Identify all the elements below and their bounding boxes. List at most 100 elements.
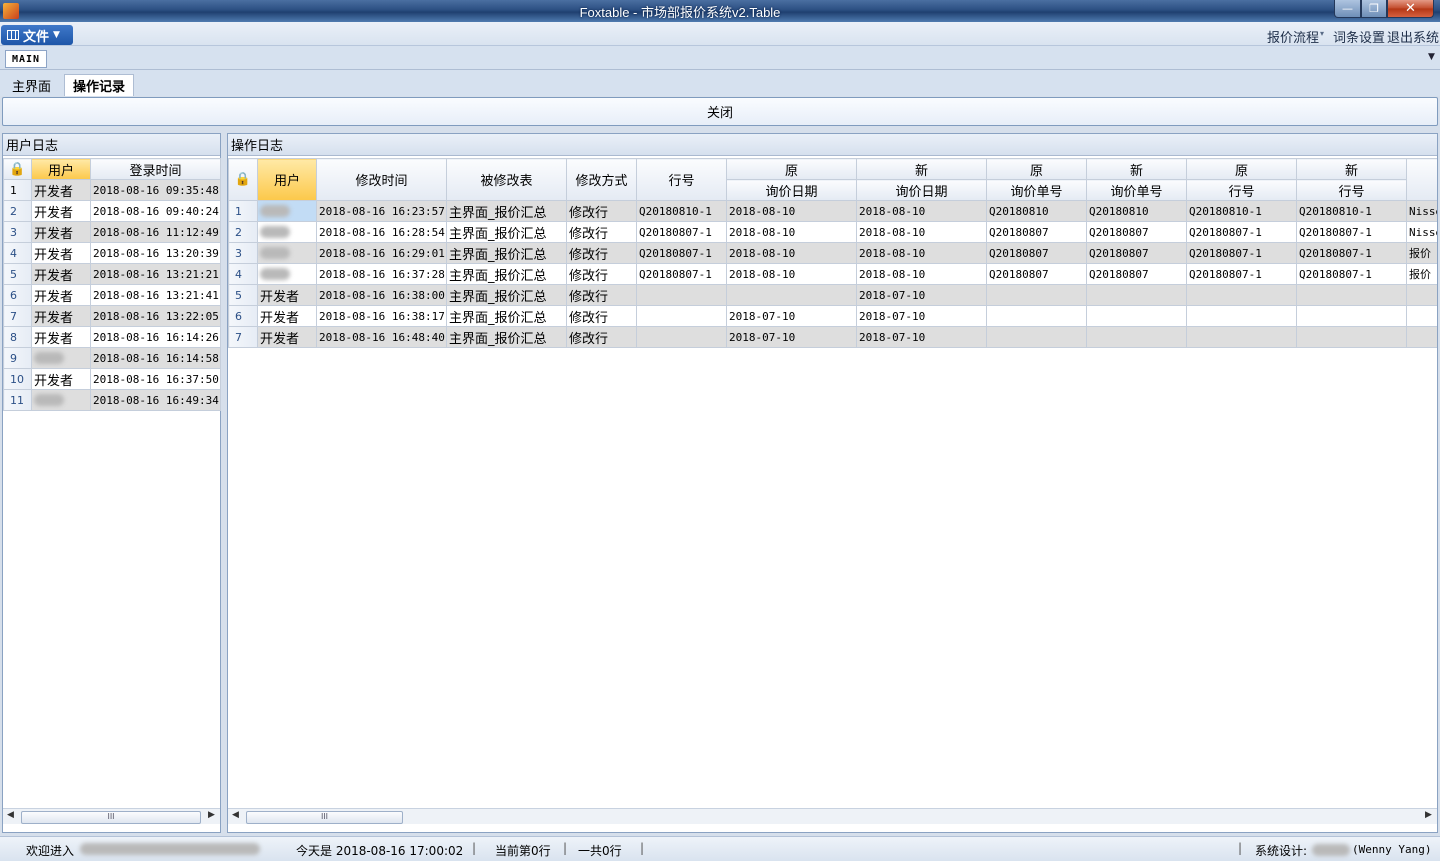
cell-user[interactable] [257, 221, 317, 243]
menu-term-settings[interactable]: 词条设置 [1333, 27, 1385, 46]
cell-new-inquiry-date[interactable]: 2018-08-10 [856, 221, 987, 243]
cell-login-time[interactable]: 2018-08-16 09:40:24 [90, 200, 221, 222]
cell-login-time[interactable]: 2018-08-16 16:14:26 [90, 326, 221, 348]
cell-modified-table[interactable]: 主界面_报价汇总 [446, 326, 567, 348]
cell-user[interactable]: 开发者 [31, 284, 91, 306]
cell-modify-time[interactable]: 2018-08-16 16:28:54 [316, 221, 447, 243]
cell-new-inquiry-no[interactable]: Q20180810 [1086, 200, 1187, 222]
row-number[interactable]: 3 [228, 242, 258, 264]
cell-new-inquiry-no[interactable]: Q20180807 [1086, 242, 1187, 264]
cell-login-time[interactable]: 2018-08-16 13:22:05 [90, 305, 221, 327]
cell-modified-table[interactable]: 主界面_报价汇总 [446, 284, 567, 306]
table-row[interactable]: 11 2018-08-16 16:49:34 [3, 389, 221, 411]
scroll-right-icon[interactable]: ▶ [208, 810, 215, 820]
table-row[interactable]: 3 2018-08-16 16:29:01 主界面_报价汇总 修改行 Q20180807… [228, 242, 1437, 264]
cell-login-time[interactable]: 2018-08-16 13:21:41 [90, 284, 221, 306]
cell-old-row-no[interactable] [1186, 305, 1297, 327]
cell-old-inquiry-date[interactable]: 2018-08-10 [726, 221, 857, 243]
cell-user[interactable] [257, 263, 317, 285]
cell-old-inquiry-no[interactable]: Q20180810 [986, 200, 1087, 222]
cell-login-time[interactable]: 2018-08-16 11:12:49 [90, 221, 221, 243]
lock-icon[interactable]: 🔒 [3, 158, 32, 180]
cell-modify-mode[interactable]: 修改行 [566, 263, 637, 285]
cell-old-row-no[interactable]: Q20180807-1 [1186, 221, 1297, 243]
cell-old-inquiry-no[interactable]: Q20180807 [986, 221, 1087, 243]
cell-modified-table[interactable]: 主界面_报价汇总 [446, 263, 567, 285]
cell-row-number[interactable] [636, 305, 727, 327]
table-row[interactable]: 1 开发者 2018-08-16 09:35:48 [3, 179, 221, 201]
row-number[interactable]: 10 [3, 368, 32, 390]
scroll-left-icon[interactable]: ◀ [232, 810, 239, 820]
cell-login-time[interactable]: 2018-08-16 16:49:34 [90, 389, 221, 411]
cell-old-inquiry-no[interactable] [986, 326, 1087, 348]
column-header-user[interactable]: 用户 [31, 158, 91, 180]
scroll-right-icon[interactable]: ▶ [1425, 810, 1432, 820]
column-header-new-row-no[interactable]: 行号 [1296, 179, 1407, 201]
cell-new-inquiry-date[interactable]: 2018-08-10 [856, 263, 987, 285]
cell-new-inquiry-date[interactable]: 2018-08-10 [856, 200, 987, 222]
table-row[interactable]: 7 开发者 2018-08-16 16:48:40 主界面_报价汇总 修改行 2018-0… [228, 326, 1437, 348]
cell-user[interactable]: 开发者 [31, 221, 91, 243]
cell-old-inquiry-date[interactable]: 2018-08-10 [726, 263, 857, 285]
cell-old-inquiry-date[interactable]: 2018-07-10 [726, 326, 857, 348]
row-number[interactable]: 5 [3, 263, 32, 285]
cell-new-row-no[interactable]: Q20180807-1 [1296, 221, 1407, 243]
table-row[interactable]: 7 开发者 2018-08-16 13:22:05 [3, 305, 221, 327]
row-number[interactable]: 1 [228, 200, 258, 222]
cell-extra[interactable]: Nisse [1406, 200, 1437, 222]
table-row[interactable]: 2 2018-08-16 16:28:54 主界面_报价汇总 修改行 Q20180807… [228, 221, 1437, 243]
cell-new-inquiry-no[interactable]: Q20180807 [1086, 263, 1187, 285]
cell-modify-time[interactable]: 2018-08-16 16:29:01 [316, 242, 447, 264]
close-window-button[interactable]: ✕ [1387, 0, 1434, 18]
cell-login-time[interactable]: 2018-08-16 13:20:39 [90, 242, 221, 264]
tab-main[interactable]: MAIN [5, 50, 47, 68]
cell-old-inquiry-no[interactable] [986, 305, 1087, 327]
row-number[interactable]: 4 [228, 263, 258, 285]
cell-extra[interactable]: 报价 [1406, 263, 1437, 285]
chevron-down-icon[interactable]: ▾ [1320, 29, 1324, 38]
cell-login-time[interactable]: 2018-08-16 16:37:50 [90, 368, 221, 390]
row-number[interactable]: 7 [228, 326, 258, 348]
user-log-hscrollbar[interactable]: ◀ III ▶ [3, 808, 220, 824]
group-header-top[interactable]: 原 [726, 158, 857, 180]
cell-extra[interactable] [1406, 326, 1437, 348]
cell-row-number[interactable]: Q20180810-1 [636, 200, 727, 222]
cell-old-row-no[interactable] [1186, 326, 1297, 348]
cell-modify-mode[interactable]: 修改行 [566, 242, 637, 264]
table-row[interactable]: 3 开发者 2018-08-16 11:12:49 [3, 221, 221, 243]
cell-user[interactable]: 开发者 [31, 368, 91, 390]
maximize-button[interactable]: ❐ [1361, 0, 1387, 18]
minimize-button[interactable]: — [1334, 0, 1361, 18]
column-header-user[interactable]: 用户 [257, 158, 317, 201]
table-row[interactable]: 5 开发者 2018-08-16 16:38:00 主界面_报价汇总 修改行 2018-0… [228, 284, 1437, 306]
table-row[interactable]: 2 开发者 2018-08-16 09:40:24 [3, 200, 221, 222]
cell-old-inquiry-no[interactable] [986, 284, 1087, 306]
row-number[interactable]: 5 [228, 284, 258, 306]
cell-row-number[interactable]: Q20180807-1 [636, 242, 727, 264]
row-number[interactable]: 2 [228, 221, 258, 243]
cell-modify-time[interactable]: 2018-08-16 16:23:57 [316, 200, 447, 222]
cell-modified-table[interactable]: 主界面_报价汇总 [446, 242, 567, 264]
cell-modify-time[interactable]: 2018-08-16 16:38:17 [316, 305, 447, 327]
table-row[interactable]: 4 2018-08-16 16:37:28 主界面_报价汇总 修改行 Q20180807… [228, 263, 1437, 285]
cell-new-row-no[interactable] [1296, 326, 1407, 348]
column-header-new-inquiry-no[interactable]: 询价单号 [1086, 179, 1187, 201]
cell-user[interactable] [31, 389, 91, 411]
cell-row-number[interactable]: Q20180807-1 [636, 221, 727, 243]
row-number[interactable]: 1 [3, 179, 32, 201]
cell-modify-mode[interactable]: 修改行 [566, 200, 637, 222]
cell-old-row-no[interactable]: Q20180807-1 [1186, 263, 1297, 285]
table-row[interactable]: 6 开发者 2018-08-16 16:38:17 主界面_报价汇总 修改行 2018-0… [228, 305, 1437, 327]
cell-modified-table[interactable]: 主界面_报价汇总 [446, 305, 567, 327]
row-number[interactable]: 7 [3, 305, 32, 327]
row-number[interactable]: 8 [3, 326, 32, 348]
cell-new-inquiry-date[interactable]: 2018-07-10 [856, 326, 987, 348]
scroll-thumb[interactable]: III [21, 811, 201, 824]
cell-modify-time[interactable]: 2018-08-16 16:37:28 [316, 263, 447, 285]
table-row[interactable]: 10 开发者 2018-08-16 16:37:50 [3, 368, 221, 390]
scroll-thumb[interactable]: III [246, 811, 403, 824]
cell-login-time[interactable]: 2018-08-16 13:21:21 [90, 263, 221, 285]
row-number[interactable]: 2 [3, 200, 32, 222]
cell-modify-mode[interactable]: 修改行 [566, 326, 637, 348]
column-header-extra[interactable] [1406, 158, 1437, 201]
